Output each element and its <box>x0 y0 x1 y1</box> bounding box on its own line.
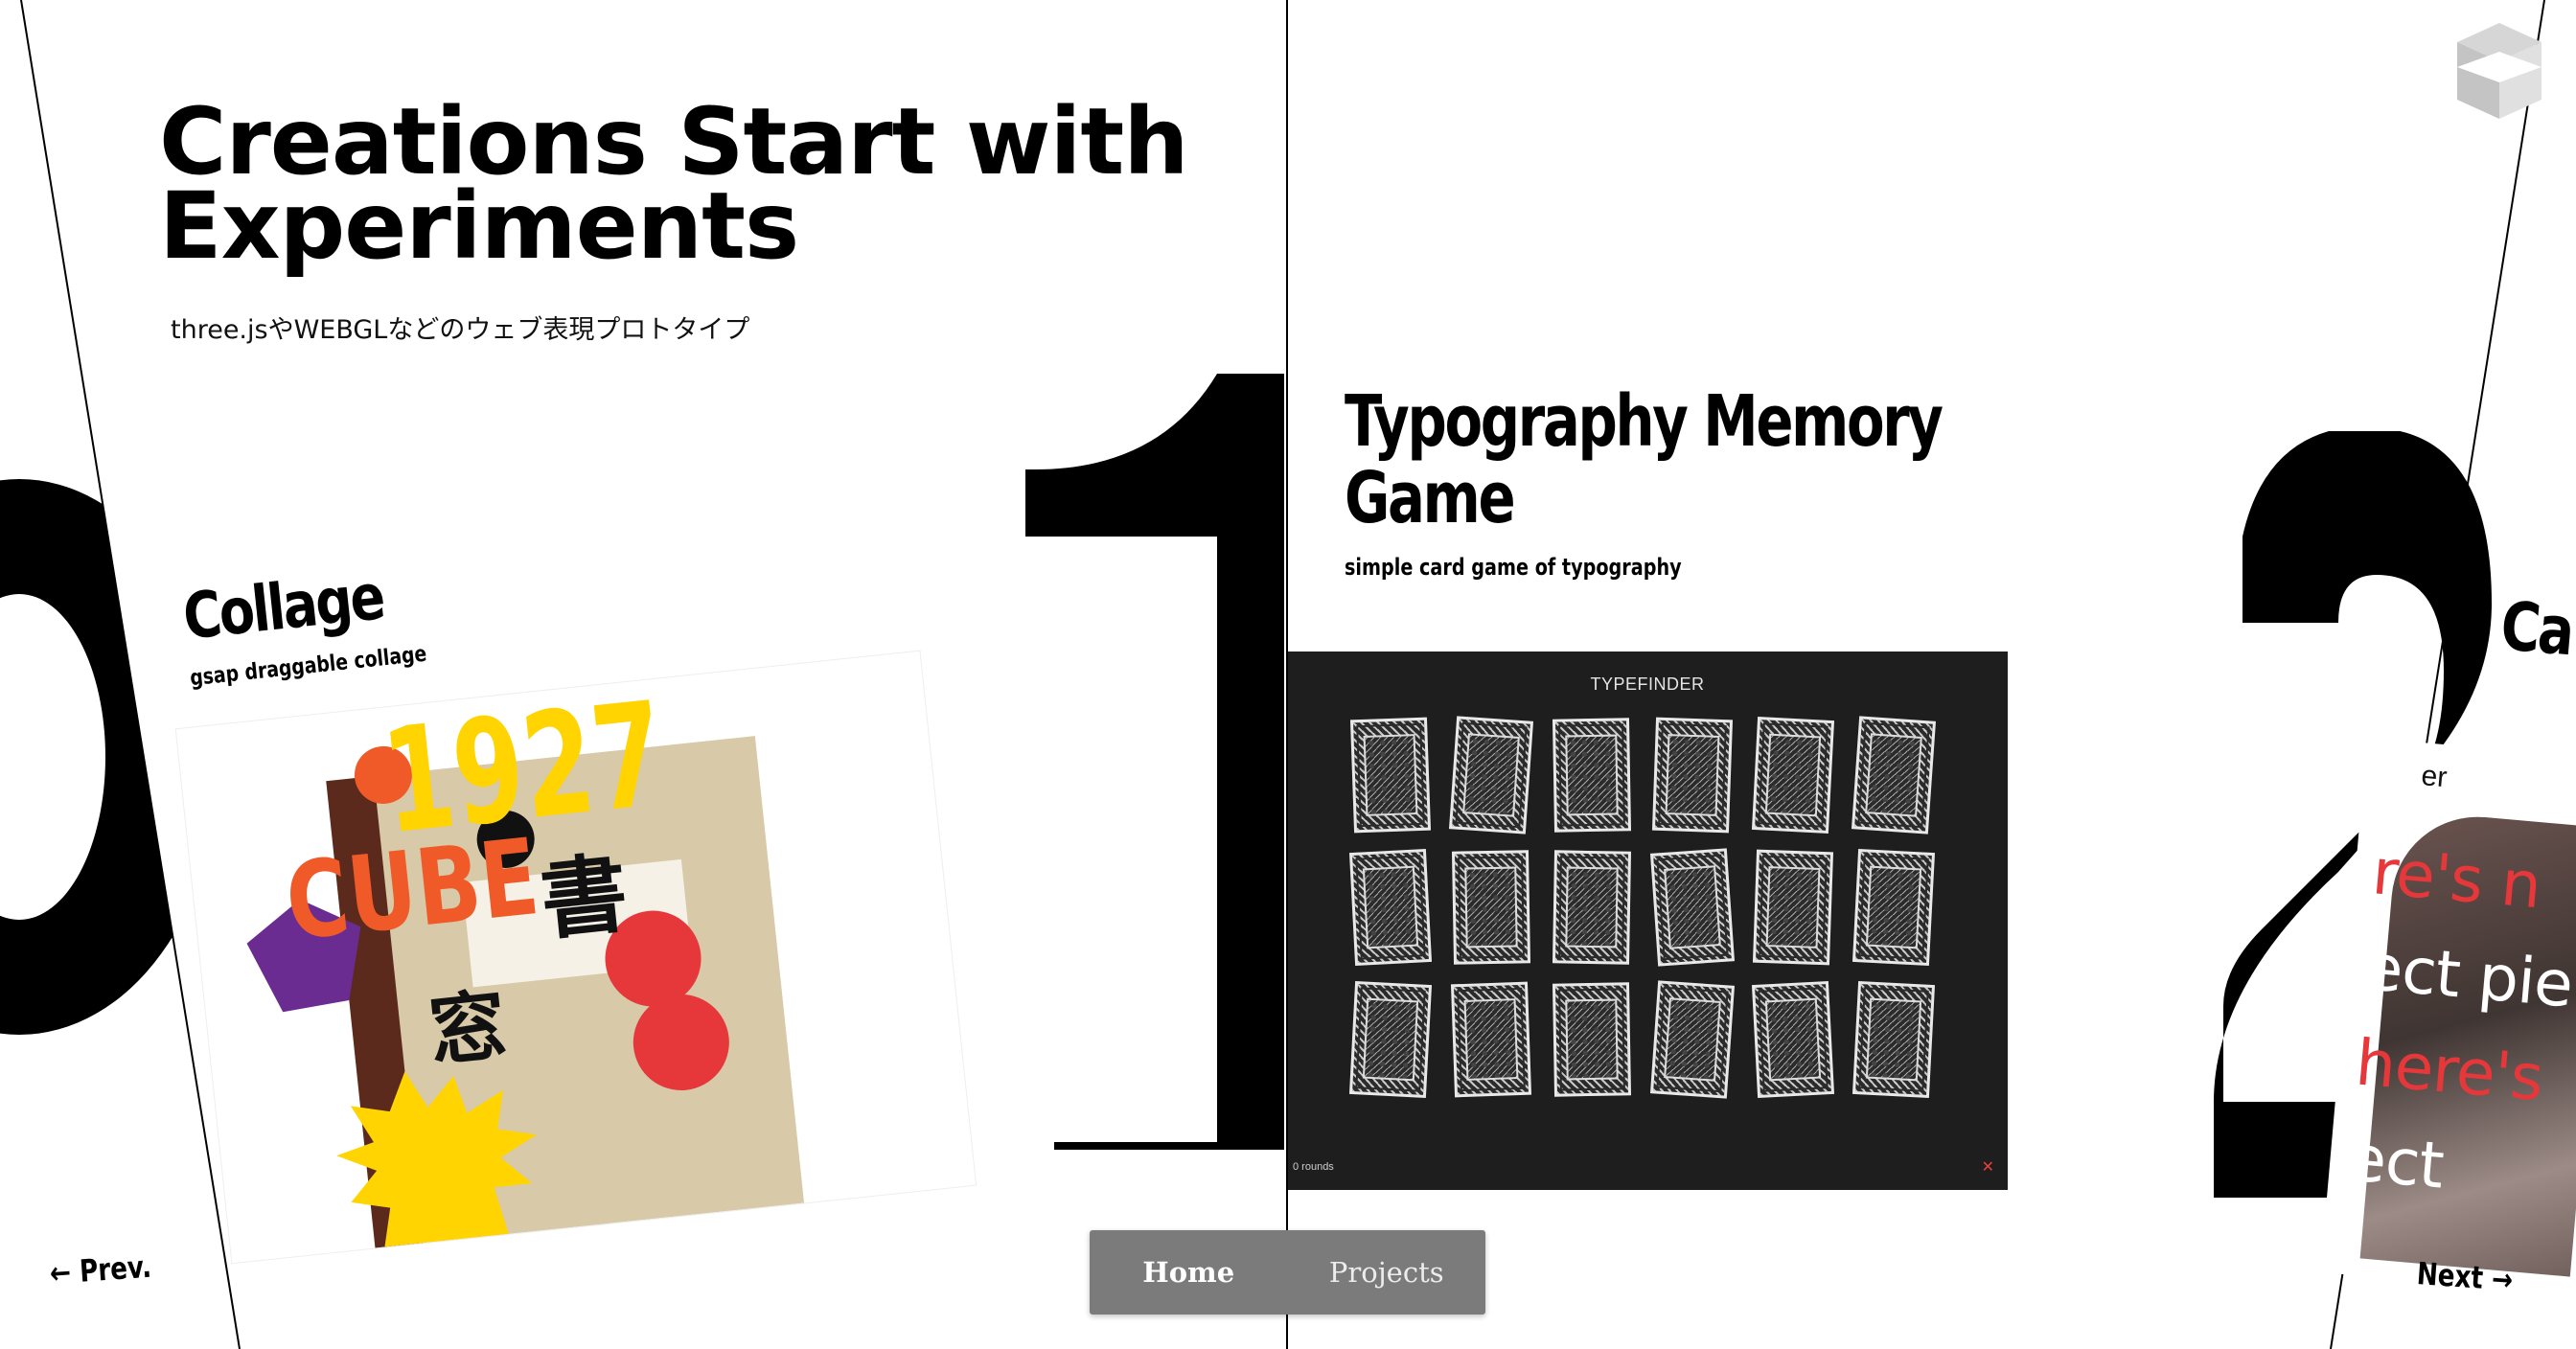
memory-title[interactable]: Typography Memory Game <box>1345 380 1944 539</box>
collage-image[interactable]: 1927 CUBE 書 窓 <box>175 651 977 1264</box>
playing-card <box>1448 716 1534 835</box>
hero-title-line2: Experiments <box>159 172 799 280</box>
main-tab-bar: Home Projects <box>1090 1230 1485 1315</box>
playing-card-grid <box>1348 716 1937 1102</box>
playing-card <box>1552 718 1632 833</box>
playing-card <box>1348 980 1433 1099</box>
memory-title-line1: Typography Memory <box>1345 380 1944 463</box>
collage-artwork: 1927 CUBE 書 窓 <box>246 671 808 1264</box>
next-card-title[interactable]: Ca <box>2497 586 2575 671</box>
tab-projects[interactable]: Projects <box>1288 1230 1486 1315</box>
playing-card <box>1649 980 1736 1099</box>
memory-subtitle: simple card game of typography <box>1345 554 1682 581</box>
memory-game-card[interactable]: Typography Memory Game simple card game … <box>1287 380 2015 1190</box>
game-rounds: 0 rounds <box>1293 1161 1334 1173</box>
next-card-label: er <box>2420 760 2449 794</box>
cube-logo-icon[interactable] <box>2453 23 2545 119</box>
overlay-text-1: re's n <box>2369 835 2544 924</box>
playing-card <box>1751 980 1835 1099</box>
close-icon: ✕ <box>1981 1159 1994 1176</box>
playing-card <box>1451 850 1531 965</box>
page: Creations Start with Experiments three.j… <box>0 0 2576 1349</box>
big-digit-one <box>1025 374 1284 1150</box>
game-title: TYPEFINDER <box>1590 674 1705 694</box>
playing-card <box>1348 848 1433 967</box>
playing-card <box>1349 717 1432 834</box>
memory-title-line2: Game <box>1345 457 1516 539</box>
next-button[interactable]: Next → <box>2416 1255 2515 1298</box>
overlay-text-4: ect <box>2344 1121 2447 1203</box>
playing-card <box>1649 848 1736 967</box>
playing-card <box>1552 982 1632 1097</box>
playing-card <box>1852 848 1936 967</box>
game-screenshot[interactable]: TYPEFINDER 0 rounds ✕ <box>1287 652 2008 1190</box>
hero-title: Creations Start with Experiments <box>159 96 1232 272</box>
collage-card[interactable]: Collage gsap draggable collage 1927 CUBE… <box>175 509 982 1328</box>
hero-subtitle: three.jsやWEBGLなどのウェブ表現プロトタイプ <box>171 315 750 345</box>
playing-card <box>1752 849 1834 966</box>
tab-home[interactable]: Home <box>1090 1230 1288 1315</box>
kanji-sho: 書 <box>536 843 632 952</box>
prev-button[interactable]: ← Prev. <box>49 1248 152 1292</box>
playing-card <box>1852 980 1936 1099</box>
playing-card <box>1751 716 1835 835</box>
playing-card <box>1651 717 1734 834</box>
playing-card <box>1450 981 1532 1098</box>
kanji-mado: 窓 <box>425 980 510 1077</box>
playing-card <box>1851 716 1937 835</box>
playing-card <box>1552 850 1632 965</box>
